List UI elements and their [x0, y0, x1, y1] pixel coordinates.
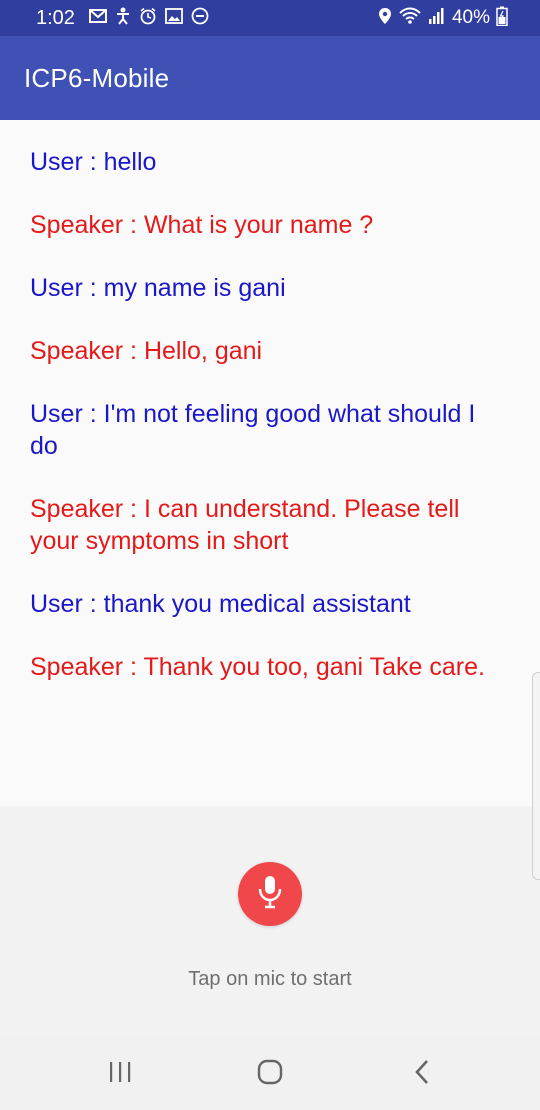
location-icon — [378, 7, 392, 29]
alarm-icon — [139, 7, 157, 29]
user-message: User : I'm not feeling good what should … — [30, 400, 476, 460]
speaker-message: Speaker : Hello, gani — [30, 337, 263, 365]
user-message: User : hello — [30, 148, 157, 176]
chat-list[interactable]: User : hello Speaker : What is your name… — [0, 120, 540, 806]
home-button[interactable] — [230, 1038, 310, 1110]
recents-icon — [107, 1060, 133, 1089]
image-icon — [165, 8, 183, 28]
navigation-bar — [0, 1038, 540, 1110]
back-button[interactable] — [382, 1038, 462, 1110]
mic-hint: Tap on mic to start — [188, 968, 352, 990]
signal-icon — [428, 7, 446, 29]
status-time: 1:02 — [36, 6, 75, 29]
battery-icon — [496, 6, 508, 30]
voice-input-panel: Tap on mic to start — [0, 806, 540, 1038]
recents-button[interactable] — [80, 1038, 160, 1110]
accessibility-icon — [115, 7, 131, 29]
status-bar: 1:02 40% — [0, 0, 540, 36]
edge-panel-handle[interactable] — [532, 672, 540, 880]
do-not-disturb-icon — [191, 7, 209, 29]
wifi-icon — [398, 7, 422, 29]
app-screen: 1:02 40% ICP6-Mobile User: hello Speake… — [0, 0, 540, 1110]
app-title: ICP6-Mobile — [24, 62, 170, 93]
user-message: User : my name is gani — [30, 274, 286, 302]
status-icons-left — [88, 7, 209, 29]
status-right: 40% — [378, 0, 508, 36]
user-message: User : thank you medical assistant — [30, 590, 411, 618]
back-icon — [412, 1058, 432, 1091]
speaker-message: Speaker : I can understand. Please tell … — [30, 495, 460, 555]
gmail-icon — [88, 9, 107, 27]
mic-button[interactable] — [238, 862, 302, 926]
home-icon — [256, 1058, 284, 1091]
speaker-message: Speaker : What is your name ? — [30, 211, 374, 239]
status-left: 1:02 — [36, 7, 209, 30]
app-bar: ICP6-Mobile — [0, 36, 540, 120]
speaker-message: Speaker : Thank you too, gani Take care. — [30, 653, 485, 681]
battery-percent: 40% — [451, 7, 490, 28]
microphone-icon — [256, 874, 284, 915]
